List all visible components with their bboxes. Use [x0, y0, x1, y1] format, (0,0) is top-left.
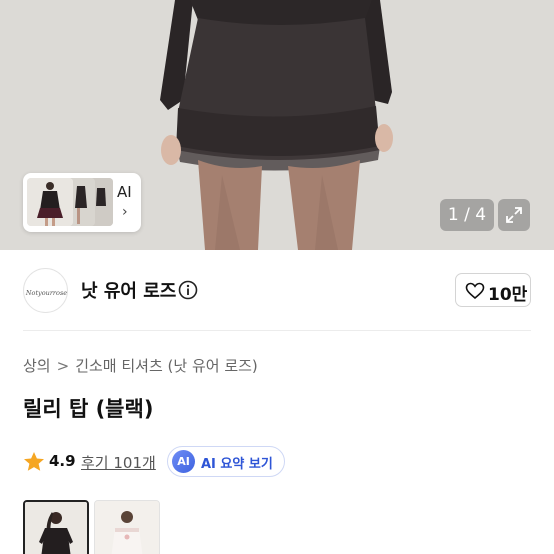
product-title: 릴리 탑 (블랙): [23, 397, 154, 421]
like-button[interactable]: 10만: [455, 273, 531, 307]
product-image-carousel[interactable]: AI › 1 / 4: [0, 0, 554, 250]
image-counter: 1 / 4: [440, 199, 494, 231]
thumbnail-image: [27, 178, 73, 226]
brand-name[interactable]: 낫 유어 로즈: [81, 277, 176, 303]
breadcrumb: 상의 > 긴소매 티셔츠 (낫 유어 로즈): [23, 355, 258, 376]
ai-label: AI: [117, 183, 132, 201]
brand-logo[interactable]: Notyourrose: [23, 268, 68, 313]
breadcrumb-category[interactable]: 상의: [23, 355, 51, 376]
color-option-image: [25, 502, 87, 554]
ai-summary-label: AI 요약 보기: [201, 457, 273, 472]
svg-text:Notyourrose: Notyourrose: [25, 289, 67, 297]
color-option-black[interactable]: [23, 500, 89, 554]
ai-summary-button[interactable]: AI AI 요약 보기: [167, 446, 285, 477]
color-option-white[interactable]: [94, 500, 160, 554]
info-icon[interactable]: [178, 280, 198, 300]
breadcrumb-subcategory[interactable]: 긴소매 티셔츠 (낫 유어 로즈): [75, 355, 258, 376]
heart-icon: [465, 282, 485, 300]
reviews-link[interactable]: 후기 101개: [81, 452, 156, 473]
ai-badge-icon: AI: [172, 450, 195, 473]
chevron-right-icon: ›: [122, 204, 128, 220]
breadcrumb-separator: >: [56, 357, 70, 375]
expand-button[interactable]: [498, 199, 530, 231]
star-icon: [24, 452, 44, 471]
brand-logo-mark: Notyourrose: [25, 289, 67, 297]
color-option-image: [95, 501, 159, 554]
divider: [23, 330, 531, 331]
rating-value: 4.9: [49, 452, 76, 470]
expand-icon: [506, 207, 522, 223]
ai-image-thumbnail-strip[interactable]: AI ›: [23, 173, 141, 232]
like-count: 10만: [488, 285, 528, 305]
